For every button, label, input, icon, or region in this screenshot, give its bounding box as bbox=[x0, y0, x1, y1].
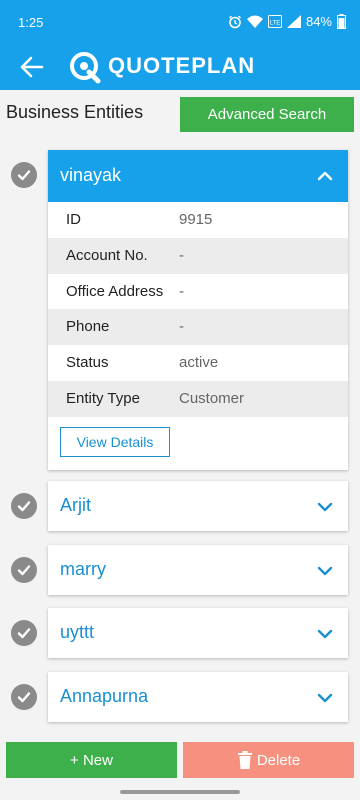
select-checkbox[interactable] bbox=[11, 162, 37, 188]
detail-value: 9915 bbox=[179, 211, 213, 228]
alarm-icon bbox=[229, 15, 241, 28]
trash-icon bbox=[237, 751, 252, 769]
entity-name: uyttt bbox=[60, 622, 95, 642]
detail-row-status: Status active bbox=[48, 345, 348, 381]
status-icons: LTE 84% bbox=[228, 14, 346, 29]
check-icon bbox=[17, 565, 31, 576]
check-icon bbox=[17, 692, 31, 703]
battery-icon bbox=[337, 14, 346, 29]
detail-value: - bbox=[179, 282, 184, 300]
entity-card: Arjit bbox=[48, 481, 348, 531]
delete-button[interactable]: Delete bbox=[183, 742, 354, 778]
detail-label: Entity Type bbox=[66, 389, 140, 407]
advanced-search-button[interactable]: Advanced Search bbox=[180, 97, 354, 132]
chevron-down-icon[interactable] bbox=[316, 689, 334, 707]
entity-card-header[interactable]: Arjit bbox=[48, 481, 348, 531]
chevron-down-icon[interactable] bbox=[316, 562, 334, 580]
select-checkbox[interactable] bbox=[11, 684, 37, 710]
entity-card: uyttt bbox=[48, 608, 348, 658]
check-icon bbox=[17, 501, 31, 512]
entity-name: Arjit bbox=[60, 495, 91, 515]
select-checkbox[interactable] bbox=[11, 620, 37, 646]
entity-name: marry bbox=[60, 559, 106, 579]
new-button[interactable]: + New bbox=[6, 742, 177, 778]
quoteplan-logo-icon bbox=[70, 52, 101, 84]
detail-label: Status bbox=[66, 354, 109, 372]
detail-value: active bbox=[179, 354, 219, 372]
detail-row-id: ID 9915 bbox=[48, 202, 348, 238]
check-icon bbox=[17, 170, 31, 181]
view-details-button[interactable]: View Details bbox=[60, 427, 170, 457]
detail-row-phone: Phone - bbox=[48, 309, 348, 346]
select-checkbox[interactable] bbox=[11, 493, 37, 519]
detail-label: Account No. bbox=[66, 246, 148, 264]
battery-percent: 84% bbox=[305, 14, 332, 29]
app-bar: QUOTEPLAN bbox=[0, 44, 360, 90]
page-title: Business Entities bbox=[6, 102, 144, 122]
detail-row-account-no: Account No. - bbox=[48, 237, 348, 274]
entity-card-header[interactable]: uyttt bbox=[48, 608, 348, 658]
entity-name: vinayak bbox=[60, 165, 122, 185]
detail-label: ID bbox=[66, 211, 81, 228]
brand-title: QUOTEPLAN bbox=[108, 53, 256, 78]
signal-icon bbox=[286, 15, 301, 28]
entity-card-header[interactable]: vinayak bbox=[48, 150, 348, 202]
chevron-down-icon[interactable] bbox=[316, 625, 334, 643]
select-checkbox[interactable] bbox=[11, 557, 37, 583]
detail-row-office-address: Office Address - bbox=[48, 274, 348, 310]
entity-card: vinayak ID 9915 Account No. - Office Add… bbox=[48, 150, 348, 470]
status-time: 1:25 bbox=[18, 15, 44, 30]
chevron-up-icon[interactable] bbox=[316, 167, 334, 185]
svg-text:LTE: LTE bbox=[270, 21, 281, 27]
check-icon bbox=[17, 628, 31, 639]
detail-value: - bbox=[179, 318, 184, 336]
detail-label: Phone bbox=[66, 318, 110, 336]
entity-card: marry bbox=[48, 545, 348, 595]
back-arrow-icon[interactable] bbox=[18, 53, 46, 81]
entity-card-header[interactable]: marry bbox=[48, 545, 348, 595]
detail-value: Customer bbox=[179, 389, 245, 407]
detail-label: Office Address bbox=[66, 282, 164, 300]
gesture-home-bar[interactable] bbox=[120, 790, 240, 794]
status-bar: 1:25 LTE 84% bbox=[0, 0, 360, 44]
chevron-down-icon[interactable] bbox=[316, 498, 334, 516]
entity-name: Annapurna bbox=[60, 686, 149, 706]
wifi-icon bbox=[246, 15, 263, 28]
volte-icon: LTE bbox=[267, 15, 282, 28]
entity-card: Annapurna bbox=[48, 672, 348, 722]
entity-card-header[interactable]: Annapurna bbox=[48, 672, 348, 722]
detail-value: - bbox=[179, 246, 184, 264]
detail-row-entity-type: Entity Type Customer bbox=[48, 380, 348, 417]
delete-label: Delete bbox=[256, 751, 301, 769]
